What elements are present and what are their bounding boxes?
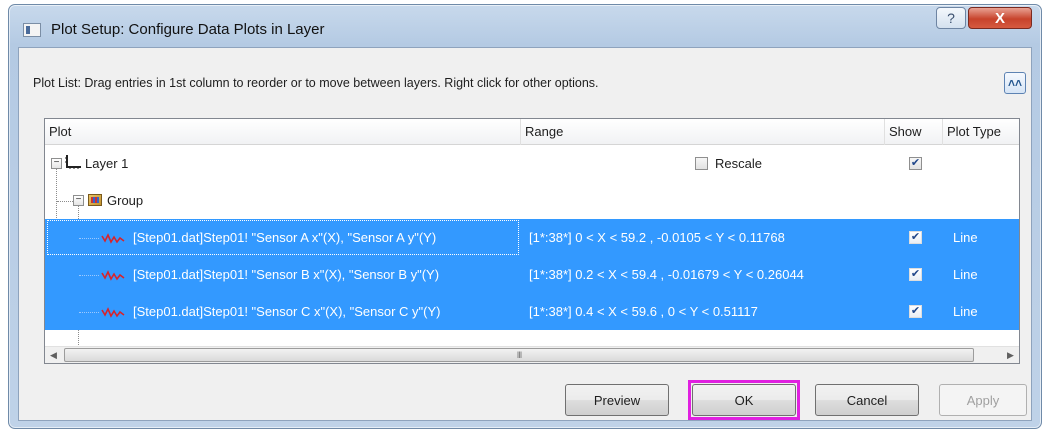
group-icon bbox=[88, 194, 102, 206]
tree-branch-line bbox=[79, 275, 99, 276]
collapse-layer-toggle[interactable]: − bbox=[51, 158, 62, 169]
rescale-checkbox[interactable] bbox=[695, 157, 708, 170]
column-header-show[interactable]: Show bbox=[885, 119, 943, 145]
column-header-plot[interactable]: Plot bbox=[45, 119, 521, 145]
dialog-app-icon bbox=[23, 23, 41, 37]
preview-button[interactable]: Preview bbox=[565, 384, 669, 416]
plot-range: [1*:38*] 0 < X < 59.2 , -0.0105 < Y < 0.… bbox=[529, 230, 785, 245]
plot-list[interactable]: Plot Range Show Plot Type − Layer 1 Resc… bbox=[44, 118, 1020, 364]
plot-name: [Step01.dat]Step01! "Sensor B x"(X), "Se… bbox=[133, 267, 440, 282]
tree-branch-line bbox=[79, 312, 99, 313]
dialog-title: Plot Setup: Configure Data Plots in Laye… bbox=[51, 21, 325, 38]
tree-branch-line bbox=[79, 238, 99, 239]
scroll-left-icon[interactable]: ◀ bbox=[45, 347, 62, 363]
title-bar[interactable]: Plot Setup: Configure Data Plots in Laye… bbox=[9, 5, 1041, 47]
tree-row-group[interactable]: − Group bbox=[45, 182, 1019, 219]
rescale-label: Rescale bbox=[715, 156, 762, 171]
plot-show-checkbox[interactable]: ✔ bbox=[909, 231, 922, 244]
scrollbar-thumb[interactable]: III bbox=[64, 348, 974, 362]
plot-show-checkbox[interactable]: ✔ bbox=[909, 268, 922, 281]
horizontal-scrollbar[interactable]: ◀ III ▶ bbox=[45, 346, 1019, 363]
layer-axes-icon bbox=[65, 155, 81, 169]
plot-type[interactable]: Line bbox=[953, 293, 978, 330]
line-plot-icon bbox=[101, 307, 125, 318]
help-button[interactable]: ? bbox=[936, 7, 966, 29]
plot-setup-dialog: Plot Setup: Configure Data Plots in Laye… bbox=[8, 4, 1042, 429]
cancel-button[interactable]: Cancel bbox=[815, 384, 919, 416]
plot-row[interactable]: [Step01.dat]Step01! "Sensor C x"(X), "Se… bbox=[45, 293, 1019, 330]
plot-row[interactable]: [Step01.dat]Step01! "Sensor B x"(X), "Se… bbox=[45, 256, 1019, 293]
line-plot-icon bbox=[101, 233, 125, 244]
apply-button[interactable]: Apply bbox=[939, 384, 1027, 416]
tree-branch-line bbox=[57, 201, 73, 202]
dialog-body: Plot List: Drag entries in 1st column to… bbox=[18, 47, 1032, 421]
plot-name: [Step01.dat]Step01! "Sensor A x"(X), "Se… bbox=[133, 230, 437, 245]
scroll-right-icon[interactable]: ▶ bbox=[1002, 347, 1019, 363]
line-plot-icon bbox=[101, 270, 125, 281]
ok-button[interactable]: OK bbox=[692, 384, 796, 416]
layer-show-checkbox[interactable]: ✔ bbox=[909, 157, 922, 170]
plot-row[interactable]: [Step01.dat]Step01! "Sensor A x"(X), "Se… bbox=[45, 219, 1019, 256]
plot-list-instruction: Plot List: Drag entries in 1st column to… bbox=[33, 76, 599, 90]
plot-list-header: Plot Range Show Plot Type bbox=[45, 119, 1019, 145]
tree-row-layer[interactable]: − Layer 1 Rescale ✔ bbox=[45, 145, 1019, 182]
plot-type[interactable]: Line bbox=[953, 219, 978, 256]
group-label: Group bbox=[107, 193, 144, 208]
plot-name: [Step01.dat]Step01! "Sensor C x"(X), "Se… bbox=[133, 304, 441, 319]
plot-type[interactable]: Line bbox=[953, 256, 978, 293]
plot-show-checkbox[interactable]: ✔ bbox=[909, 305, 922, 318]
layer-label: Layer 1 bbox=[85, 156, 129, 171]
plot-range: [1*:38*] 0.2 < X < 59.4 , -0.01679 < Y <… bbox=[529, 267, 804, 282]
collapse-group-toggle[interactable]: − bbox=[73, 195, 84, 206]
close-button[interactable]: X bbox=[968, 7, 1032, 29]
plot-range: [1*:38*] 0.4 < X < 59.6 , 0 < Y < 0.5111… bbox=[529, 304, 758, 319]
column-header-range[interactable]: Range bbox=[521, 119, 885, 145]
column-header-plot-type[interactable]: Plot Type bbox=[943, 119, 1019, 145]
collapse-panel-button[interactable]: ˄˄ bbox=[1004, 72, 1026, 94]
